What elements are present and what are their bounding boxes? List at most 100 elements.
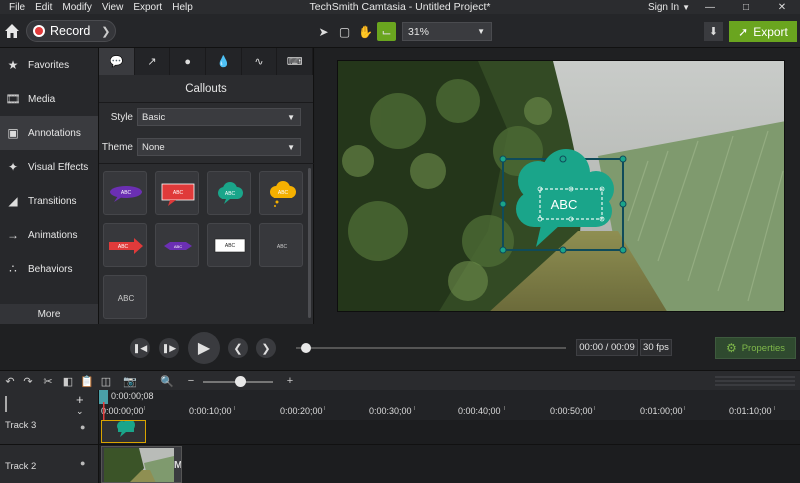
- callout-tile-purple-speech[interactable]: ABC: [103, 171, 147, 215]
- crop-nodes-tool-icon[interactable]: ▢: [335, 22, 354, 41]
- redo-icon[interactable]: ↷: [21, 374, 35, 388]
- callout-tile-text-small[interactable]: ABC: [259, 223, 303, 267]
- ruler-tick: 0:00:10;00: [189, 406, 232, 416]
- arrow-tab-icon[interactable]: ↗: [135, 48, 171, 75]
- callout-tile-yellow-cloud[interactable]: ABC: [259, 171, 303, 215]
- maximize-icon[interactable]: □: [728, 0, 764, 14]
- scrub-handle[interactable]: [301, 343, 311, 353]
- timeline-ruler[interactable]: 0:00:00;00 0:00:10;00 0:00:20;00 0:00:30…: [99, 390, 800, 420]
- add-track-icon[interactable]: +: [76, 392, 84, 407]
- panel-scrollbar[interactable]: [308, 168, 311, 318]
- undo-icon[interactable]: ↶: [3, 374, 17, 388]
- playback-bar: ❚◀ ❚▶ ▶ ❮ ❯ 00:00 / 00:09 30 fps ⚙ Prope…: [0, 324, 800, 370]
- download-button[interactable]: ⬇: [704, 22, 723, 41]
- zoom-in-icon[interactable]: +: [283, 374, 297, 388]
- sidebar-item-label: Behaviors: [28, 263, 73, 275]
- playhead[interactable]: [99, 390, 108, 420]
- video-canvas[interactable]: ABC: [337, 60, 785, 312]
- menu-edit[interactable]: Edit: [30, 2, 57, 13]
- sidebar-item-behaviors[interactable]: ∴ Behaviors: [0, 252, 98, 286]
- shape-tab-icon[interactable]: ●: [170, 48, 207, 75]
- track-3-label: Track 3: [5, 420, 37, 431]
- next-icon[interactable]: ❯: [256, 338, 276, 358]
- sidebar-item-media[interactable]: 🎞 Media: [0, 82, 98, 116]
- gear-icon: ⚙: [725, 341, 737, 355]
- callout-tile-red-arrow[interactable]: ABC: [103, 223, 147, 267]
- split-icon[interactable]: ◫: [99, 374, 113, 388]
- callout-tile-purple-bar[interactable]: ABC: [155, 223, 199, 267]
- zoom-icon[interactable]: 🔍: [160, 374, 174, 388]
- timeline-zoom-handle[interactable]: [235, 376, 246, 387]
- step-forward-icon[interactable]: ❚▶: [159, 338, 179, 358]
- timeline-overview[interactable]: [715, 376, 795, 386]
- canvas-stage: ABC: [315, 48, 800, 324]
- close-icon[interactable]: ✕: [764, 0, 800, 14]
- style-select[interactable]: Basic ▼: [137, 108, 301, 126]
- export-label: Export: [753, 24, 788, 39]
- pan-hand-tool-icon[interactable]: ✋: [356, 22, 375, 41]
- style-row: Style Basic ▼: [99, 108, 301, 126]
- copy-icon[interactable]: ◧: [61, 374, 75, 388]
- menu-export[interactable]: Export: [128, 2, 167, 13]
- annotation-icon: ▣: [7, 126, 19, 140]
- scrub-track[interactable]: [296, 347, 566, 349]
- callout-text[interactable]: ABC: [551, 197, 578, 212]
- collapse-tracks-icon[interactable]: ⌄: [76, 406, 84, 417]
- properties-button[interactable]: ⚙ Properties: [715, 337, 796, 359]
- canvas-tools: ➤ ▢ ✋ ⌙: [314, 22, 396, 41]
- track-height-slider[interactable]: [5, 396, 7, 412]
- chevron-down-icon: ▼: [287, 112, 295, 122]
- lock-icon[interactable]: ●: [80, 422, 85, 432]
- sidebar-item-transitions[interactable]: ◢ Transitions: [0, 184, 98, 218]
- behaviors-icon: ∴: [9, 262, 17, 276]
- menu-file[interactable]: File: [4, 2, 30, 13]
- menu-help[interactable]: Help: [167, 2, 198, 13]
- step-back-icon[interactable]: ❚◀: [130, 338, 150, 358]
- tile-text: ABC: [173, 190, 184, 196]
- cut-icon[interactable]: ✂: [41, 374, 55, 388]
- callout-tile-text-large[interactable]: ABC: [103, 275, 147, 319]
- theme-select[interactable]: None ▼: [137, 138, 301, 156]
- sketch-tab-icon[interactable]: ∿: [242, 48, 278, 75]
- menu-modify[interactable]: Modify: [57, 2, 96, 13]
- track-area[interactable]: [99, 420, 800, 483]
- video-clip[interactable]: M: [101, 446, 182, 483]
- play-icon[interactable]: ▶: [188, 332, 220, 364]
- sidebar-item-animations[interactable]: → Animations: [0, 218, 98, 252]
- sidebar-item-label: Visual Effects: [28, 161, 89, 173]
- callout-tile-teal-cloud[interactable]: ABC: [207, 171, 251, 215]
- keystroke-tab-icon[interactable]: ⌨: [277, 48, 314, 75]
- callout-tile-red-box[interactable]: ABC: [155, 171, 199, 215]
- pointer-tool-icon[interactable]: ➤: [314, 22, 333, 41]
- timeline-toolbar: ↶ ↷ ✂ ◧ 📋 ◫ 📷 🔍 − +: [0, 370, 800, 390]
- sidebar-item-favorites[interactable]: ★ Favorites: [0, 48, 98, 82]
- export-button[interactable]: ➚ Export: [729, 21, 797, 42]
- callout-tile-white-box[interactable]: ABC: [207, 223, 251, 267]
- menu-view[interactable]: View: [97, 2, 129, 13]
- lock-icon[interactable]: ●: [80, 458, 85, 468]
- track-headers: + ⌄ Track 3 Track 2 ● ●: [0, 390, 99, 483]
- record-icon: [33, 25, 45, 37]
- paste-icon[interactable]: 📋: [80, 374, 94, 388]
- ruler-tick: 0:01:00;00: [640, 406, 683, 416]
- blur-tab-icon[interactable]: 💧: [206, 48, 242, 75]
- export-icon: ➚: [738, 24, 749, 39]
- effects-icon: ✦: [7, 160, 19, 174]
- sign-in-button[interactable]: Sign In ▼: [648, 2, 690, 13]
- zoom-select[interactable]: 31% ▼: [402, 22, 492, 41]
- callout-clip[interactable]: [101, 420, 146, 443]
- tile-text: ABC: [118, 294, 135, 303]
- previous-icon[interactable]: ❮: [228, 338, 248, 358]
- minimize-icon[interactable]: —: [692, 0, 728, 14]
- record-button[interactable]: Record ❯: [26, 20, 116, 42]
- home-icon[interactable]: [3, 22, 21, 40]
- ruler-tick: 0:01:10;00: [729, 406, 772, 416]
- camera-icon[interactable]: 📷: [123, 374, 137, 388]
- menubar: File Edit Modify View Export Help TechSm…: [0, 0, 800, 14]
- sidebar-item-visual-effects[interactable]: ✦ Visual Effects: [0, 150, 98, 184]
- sidebar-item-annotations[interactable]: ▣ Annotations: [0, 116, 98, 150]
- more-button[interactable]: More: [0, 304, 98, 324]
- zoom-out-icon[interactable]: −: [184, 374, 198, 388]
- crop-tool-icon[interactable]: ⌙: [377, 22, 396, 41]
- callout-tab-icon[interactable]: 💬: [99, 48, 135, 75]
